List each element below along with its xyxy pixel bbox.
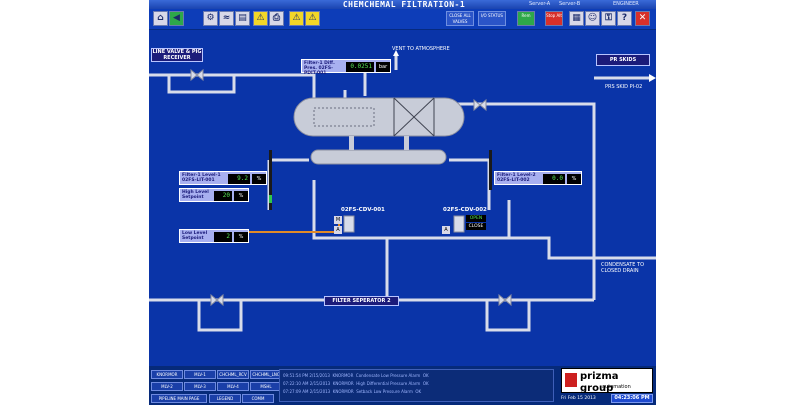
prs-skid-label: PRS SKID PI-02 — [605, 84, 643, 90]
level1-unit: % — [252, 174, 266, 184]
level2-unit: % — [567, 174, 581, 184]
nav-button[interactable]: MLV-3 — [184, 382, 216, 391]
logo-brand: prizma group — [580, 371, 619, 394]
pr-skids-label[interactable]: PR SKIDS — [596, 54, 650, 66]
date-time-bar: Fri Feb 15 2013 04:23:06 PM — [561, 394, 653, 403]
low-level-value: 2 — [214, 232, 232, 242]
clock-display: 04:23:06 PM — [611, 394, 653, 403]
level2-display[interactable]: Filter-1 Level-2 02FS-LIT-002 0.0 % — [494, 171, 582, 185]
legend-button[interactable]: LEGEND — [209, 394, 241, 403]
nav-button[interactable]: CHCHML_RCV — [217, 370, 249, 379]
diff-pressure-display[interactable]: Filter-1 Diff. Pres. 02FS-PDIT-001 0.025… — [301, 59, 391, 76]
filter-valve-right-icon — [498, 293, 512, 307]
nav-button[interactable]: MLV-4 — [217, 382, 249, 391]
signal-line — [247, 218, 340, 233]
nav-button[interactable]: MLV-2 — [151, 382, 183, 391]
bypass-loop-right — [485, 300, 531, 332]
alarm-row[interactable]: 09:51:54 PM 2/15/2013 KNORMOR Condensate… — [283, 373, 429, 379]
pipeline-main-page-button[interactable]: PIPELINE MAIN PAGE — [151, 394, 207, 403]
date-display: Fri Feb 15 2013 — [561, 396, 596, 401]
low-level-setpoint[interactable]: Low Level Setpoint 2 % — [179, 229, 249, 243]
vent-label: VENT TO ATMOSPHERE — [392, 46, 450, 52]
inlet-pipe — [149, 73, 316, 98]
diff-pressure-label: Filter-1 Diff. Pres. 02FS-PDIT-001 — [304, 61, 335, 76]
valve1-auto-button[interactable]: A — [334, 226, 342, 234]
high-level-label: High Level Setpoint — [182, 190, 209, 200]
high-level-unit: % — [234, 191, 248, 201]
inlet-valve-icon — [190, 68, 204, 82]
outlet-valve-icon — [473, 98, 487, 112]
filter-separator-label[interactable]: FILTER SEPERATOR 2 — [324, 296, 399, 306]
alarm-row[interactable]: 07:27:09 AM 2/15/2013 KNORMOR Setback Lo… — [283, 389, 421, 395]
logo-mark-icon — [565, 373, 577, 387]
company-logo: prizma group automation — [561, 368, 653, 394]
filter-vessel — [293, 97, 465, 165]
nav-button[interactable]: KNORMOR — [151, 370, 183, 379]
scada-screen: CHEMCHEMAL FILTRATION-1 Server-A Server-… — [149, 0, 656, 405]
level1-value: 9.2 — [228, 174, 250, 184]
level2-value: 0.0 — [543, 174, 565, 184]
high-level-setpoint[interactable]: High Level Setpoint 20 % — [179, 188, 249, 202]
low-level-label: Low Level Setpoint — [182, 231, 208, 241]
level2-label: Filter-1 Level-2 02FS-LIT-002 — [497, 173, 536, 183]
logo-subtitle: automation — [602, 384, 631, 390]
high-level-value: 20 — [214, 191, 232, 201]
nav-button[interactable]: MSHL — [250, 382, 282, 391]
condensate-line — [509, 236, 656, 260]
valve2-auto-button[interactable]: A — [442, 226, 450, 234]
level-gauge-right — [489, 150, 492, 190]
diff-pressure-unit: bar — [376, 62, 390, 72]
low-level-unit: % — [234, 232, 248, 242]
comm-button[interactable]: COMM — [242, 394, 274, 403]
pr-skid-arrow-icon — [649, 74, 656, 82]
outlet-pipe — [457, 102, 596, 300]
valve1-mode-button[interactable]: M — [334, 216, 342, 224]
level-gauge-left-fill — [269, 195, 272, 203]
control-valve-2-icon — [453, 215, 465, 233]
bypass-loop-left — [197, 300, 243, 332]
diff-pressure-value: 0.0251 — [346, 62, 374, 72]
condensate-label: CONDENSATE TO CLOSED DRAIN — [601, 262, 645, 274]
control-valve-1-icon — [343, 215, 355, 233]
line-valve-label: LINE VALVE & PIG RECEIVER — [151, 48, 203, 62]
nav-button[interactable]: CHCHML_LNC — [250, 370, 282, 379]
alarm-row[interactable]: 07:22:10 AM 2/15/2013 KNORMOR High Diffe… — [283, 381, 429, 387]
alarm-list[interactable]: 09:51:54 PM 2/15/2013 KNORMOR Condensate… — [279, 369, 554, 402]
valve2-tag: 02FS-CDV-002 — [443, 207, 487, 213]
bottom-panel: KNORMOR MLV-1 CHCHML_RCV CHCHML_LNC MLV-… — [149, 366, 656, 405]
process-diagram — [149, 50, 656, 332]
filter-valve-left-icon — [210, 293, 224, 307]
valve2-open-indicator[interactable]: OPEN — [466, 215, 486, 222]
nav-button[interactable]: MLV-1 — [184, 370, 216, 379]
left-level-pipe — [267, 158, 309, 210]
valve1-tag: 02FS-CDV-001 — [341, 207, 385, 213]
valve2-close-indicator[interactable]: CLOSE — [466, 223, 486, 230]
level1-label: Filter-1 Level-1 02FS-LIT-001 — [182, 173, 221, 183]
level1-display[interactable]: Filter-1 Level-1 02FS-LIT-001 9.2 % — [179, 171, 267, 185]
right-level-pipe — [449, 158, 491, 210]
